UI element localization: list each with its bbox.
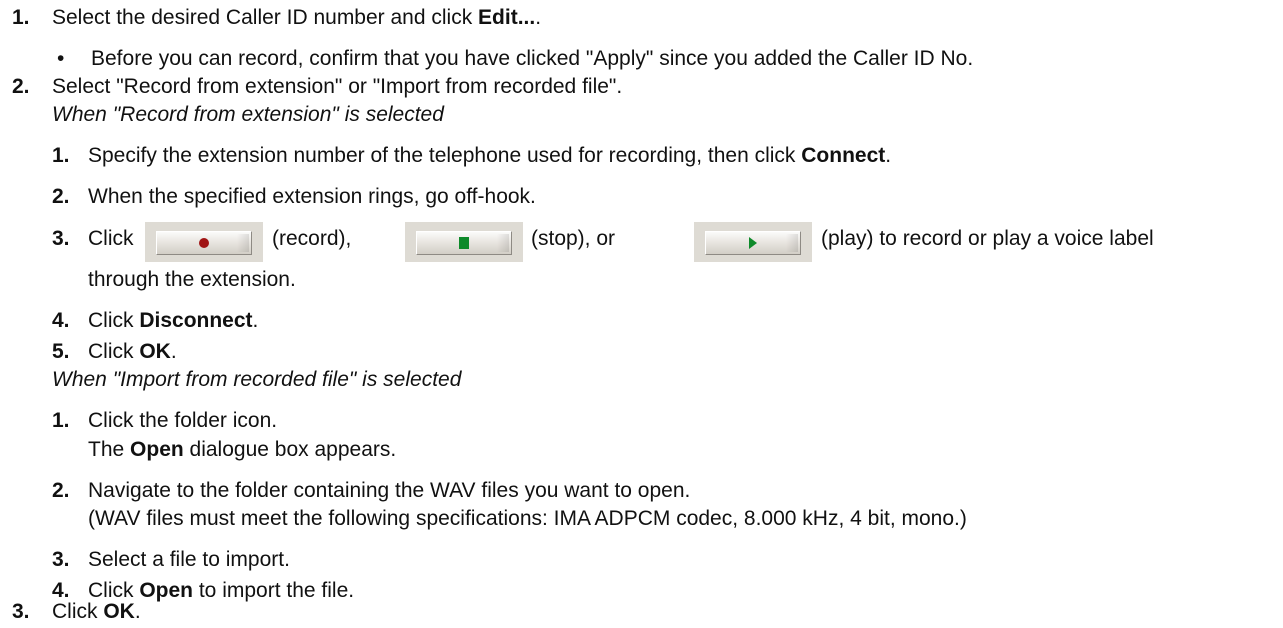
substep-text-post: dialogue box appears. [183,438,397,461]
substep-text-pre: Specify the extension number of the tele… [88,144,802,167]
click-label: Click [88,227,134,250]
substep-number: 2. [52,479,70,502]
substep-number: 2. [52,185,70,208]
record-label: (record), [272,227,352,250]
substep-text: When the specified extension rings, go o… [88,185,536,208]
step-number: 3. [12,600,30,623]
open-label: Open [130,438,184,461]
substep-number: 3. [52,227,70,250]
ok-label: OK [103,600,135,623]
step-text: Select "Record from extension" or "Impor… [52,75,623,98]
stop-label: (stop), or [531,227,616,250]
stop-button[interactable] [405,222,523,262]
play-icon [749,237,757,249]
record-button[interactable] [145,222,263,262]
substep-text-pre: The [88,438,131,461]
substep-text: Click the folder icon. [88,409,278,432]
record-heading-text: When "Record from extension" is selected [52,103,444,126]
open-label: Open [139,579,194,602]
stop-button-face[interactable] [416,231,512,255]
ok-label: OK [139,340,171,363]
play-button[interactable] [694,222,812,262]
step-text: Select the desired Caller ID number and … [52,4,541,32]
record-icon [199,238,209,248]
play-label: (play) to record or play a voice label [821,227,1154,250]
substep-text: The Open dialogue box appears. [88,436,396,464]
step-text: Click OK. [52,598,141,626]
step-text-post: . [134,600,141,623]
edit-label: Edit... [478,6,536,29]
step-number: 1. [12,6,30,29]
substep-number: 3. [52,548,70,571]
substep-text-pre: Click [88,309,140,332]
substep-text: Click Disconnect. [88,307,258,335]
step-number: 2. [12,75,30,98]
substep-number: 4. [52,309,70,332]
substep-text: Select a file to import. [88,548,290,571]
substep-text: Navigate to the folder containing the WA… [88,479,691,502]
note-text: Before you can record, confirm that you … [91,47,974,70]
step-text-pre: Click [52,600,104,623]
substep-text: Specify the extension number of the tele… [88,142,891,170]
stop-icon [459,237,469,249]
bullet-icon: • [57,47,65,70]
substep-text: Click OK. [88,338,177,366]
substep-text-post: . [885,144,892,167]
substep-number: 1. [52,144,70,167]
substep-number: 1. [52,409,70,432]
disconnect-label: Disconnect [139,309,253,332]
import-heading-text: When "Import from recorded file" is sele… [52,368,462,391]
substep-text-post: . [170,340,177,363]
substep-text: through the extension. [88,268,296,291]
instructions-page: 1. Select the desired Caller ID number a… [0,0,1283,628]
step-text-pre: Select the desired Caller ID number and … [52,6,479,29]
step-text-post: . [535,6,542,29]
substep-text-post: to import the file. [193,579,355,602]
substep-number: 5. [52,340,70,363]
connect-label: Connect [801,144,886,167]
play-button-face[interactable] [705,231,801,255]
record-button-face[interactable] [156,231,252,255]
substep-text: (WAV files must meet the following speci… [88,507,967,530]
substep-text-post: . [252,309,259,332]
substep-text-pre: Click [88,340,140,363]
